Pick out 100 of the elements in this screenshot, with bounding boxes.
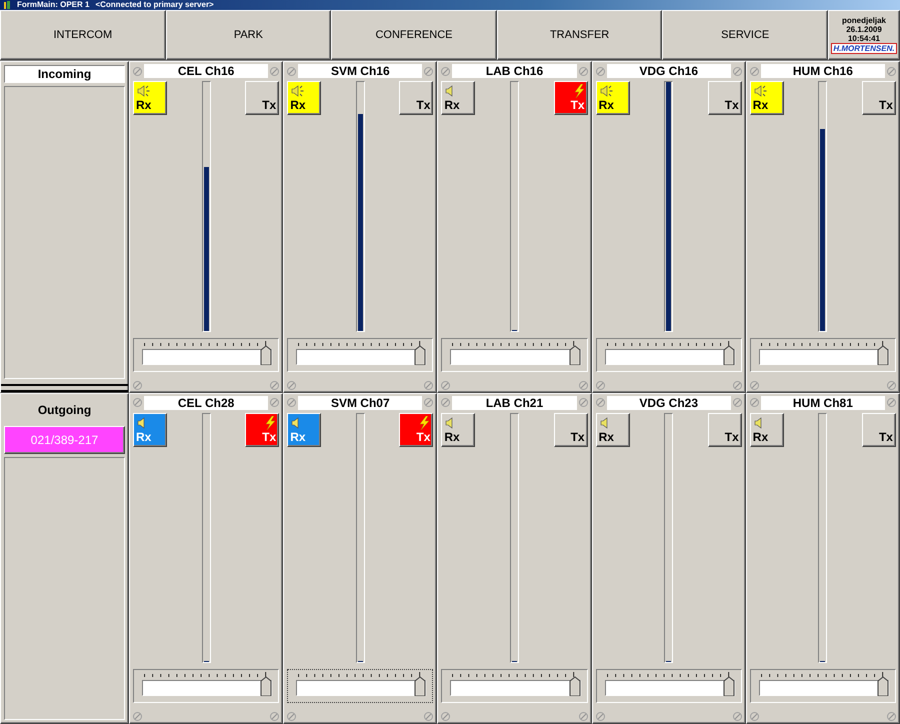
screw-icon (886, 712, 896, 721)
slider-thumb[interactable] (722, 676, 735, 696)
volume-slider[interactable] (441, 669, 588, 703)
channel-name: CEL Ch16 (144, 64, 268, 78)
screw-icon (886, 398, 896, 407)
tx-button[interactable]: Tx (245, 412, 280, 446)
screw-icon (270, 712, 280, 721)
volume-slider[interactable] (287, 338, 434, 372)
rx-button[interactable]: Rx (441, 81, 476, 115)
screw-icon (750, 712, 759, 721)
slider-thumb[interactable] (568, 676, 581, 696)
operator-label: H.MORTENSEN. (831, 43, 897, 54)
screw-icon (270, 66, 280, 76)
slider-thumb[interactable] (722, 344, 735, 364)
window-title: FormMain: OPER 1 (17, 0, 90, 10)
tx-button[interactable]: Tx (708, 81, 742, 115)
nav-button[interactable]: CONFERENCE (331, 10, 497, 60)
speaker-sound-icon (136, 84, 150, 98)
lightning-icon (418, 416, 430, 430)
screw-icon (750, 66, 759, 76)
channel-name: VDG Ch23 (606, 396, 731, 410)
incoming-title: Incoming (4, 65, 125, 83)
app-icon (3, 1, 11, 9)
slider-thumb[interactable] (876, 676, 889, 696)
day-label: ponedjeljak (842, 16, 886, 25)
screw-icon (732, 712, 742, 721)
channel-name: HUM Ch81 (760, 396, 885, 410)
screw-icon (750, 398, 759, 407)
screw-icon (133, 66, 142, 76)
time-label: 10:54:41 (848, 34, 880, 43)
tx-button[interactable]: Tx (862, 412, 896, 446)
channel-name: SVM Ch16 (298, 64, 422, 78)
tx-button[interactable]: Tx (399, 81, 434, 115)
tx-button[interactable]: Tx (708, 412, 742, 446)
nav-button[interactable]: TRANSFER (496, 10, 662, 60)
rx-button[interactable]: Rx (596, 81, 630, 115)
tx-button[interactable]: Tx (554, 81, 588, 115)
rx-button[interactable]: Rx (750, 81, 784, 115)
rx-button[interactable]: Rx (133, 412, 167, 446)
lightning-icon (572, 84, 585, 98)
channel-name: HUM Ch16 (760, 64, 885, 78)
slider-thumb[interactable] (414, 344, 426, 364)
lightning-icon (264, 416, 276, 430)
screw-icon (441, 398, 450, 407)
screw-icon (424, 712, 434, 721)
volume-slider[interactable] (750, 669, 896, 703)
screw-icon (732, 66, 742, 76)
screw-icon (732, 380, 742, 390)
rx-button[interactable]: Rx (750, 412, 784, 446)
nav-button[interactable]: INTERCOM (0, 10, 166, 60)
speaker-sound-icon (598, 84, 613, 98)
rx-button[interactable]: Rx (441, 412, 476, 446)
speaker-sound-icon (290, 84, 304, 98)
screw-icon (133, 398, 142, 407)
volume-slider[interactable] (133, 669, 280, 703)
volume-slider[interactable] (287, 669, 434, 703)
screw-icon (596, 380, 605, 390)
volume-slider[interactable] (596, 669, 742, 703)
volume-slider[interactable] (133, 338, 280, 372)
screw-icon (270, 380, 280, 390)
slider-thumb[interactable] (568, 344, 581, 364)
screw-icon (578, 712, 588, 721)
rx-button[interactable]: Rx (287, 412, 322, 446)
screw-icon (287, 712, 296, 721)
slider-thumb[interactable] (260, 344, 272, 364)
screw-icon (441, 380, 450, 390)
tx-button[interactable]: Tx (399, 412, 434, 446)
volume-slider[interactable] (750, 338, 896, 372)
screw-icon (133, 712, 142, 721)
channel-name: LAB Ch16 (452, 64, 577, 78)
nav-button[interactable]: PARK (166, 10, 332, 60)
slider-thumb[interactable] (260, 676, 272, 696)
screw-icon (578, 66, 588, 76)
outgoing-title: Outgoing (36, 402, 92, 418)
screw-icon (596, 66, 605, 76)
screw-icon (596, 712, 605, 721)
tx-button[interactable]: Tx (245, 81, 280, 115)
channel-name: SVM Ch07 (298, 396, 422, 410)
nav-button[interactable]: SERVICE (662, 10, 828, 60)
screw-icon (287, 398, 296, 407)
screw-icon (270, 398, 280, 407)
screw-icon (578, 380, 588, 390)
connection-status: <Connected to primary server> (95, 0, 214, 10)
screw-icon (578, 398, 588, 407)
screw-icon (886, 66, 896, 76)
screw-icon (886, 380, 896, 390)
rx-button[interactable]: Rx (133, 81, 167, 115)
rx-button[interactable]: Rx (287, 81, 322, 115)
slider-thumb[interactable] (414, 676, 426, 696)
screw-icon (441, 66, 450, 76)
rx-button[interactable]: Rx (596, 412, 630, 446)
speaker-sound-icon (752, 84, 767, 98)
screw-icon (750, 380, 759, 390)
volume-slider[interactable] (441, 338, 588, 372)
slider-thumb[interactable] (876, 344, 889, 364)
volume-slider[interactable] (596, 338, 742, 372)
tx-button[interactable]: Tx (862, 81, 896, 115)
channel-name: VDG Ch16 (606, 64, 731, 78)
screw-icon (732, 398, 742, 407)
tx-button[interactable]: Tx (554, 412, 588, 446)
